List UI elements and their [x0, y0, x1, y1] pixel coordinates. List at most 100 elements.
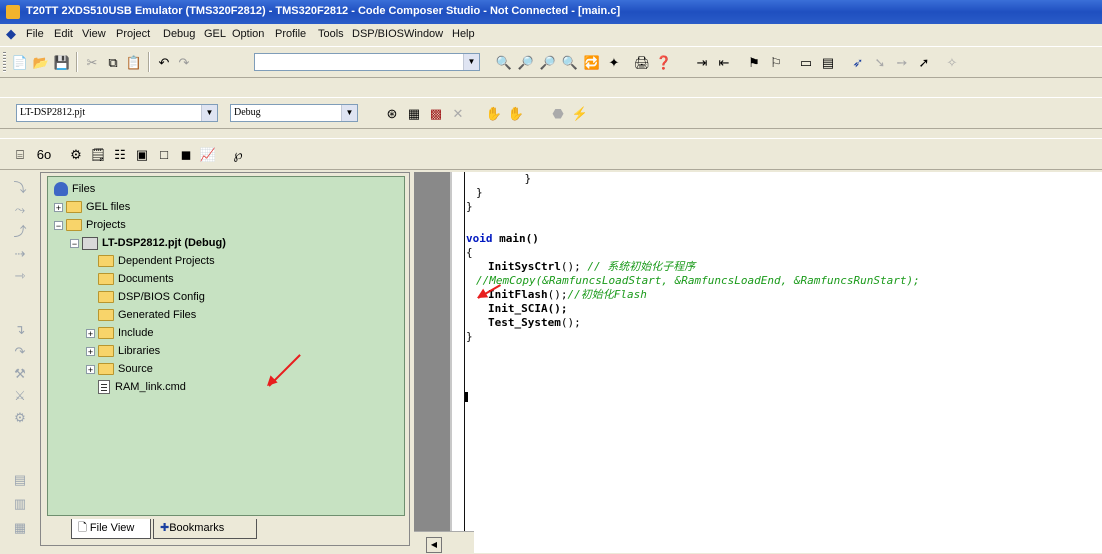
expand-icon[interactable]: + [86, 346, 95, 356]
tree-node-gel-files[interactable]: + GEL files [54, 198, 130, 216]
stop-build-icon[interactable]: ✕ [448, 103, 468, 123]
search-combo[interactable]: ▼ [254, 53, 480, 71]
watch-window-icon[interactable]: 6o [34, 144, 54, 164]
view-icon[interactable]: □ [154, 144, 174, 164]
step-into-icon[interactable]: ➘ [870, 52, 890, 72]
tree-node-include[interactable]: + Include [86, 324, 153, 342]
tree-node-files[interactable]: Files [54, 180, 95, 198]
tree-node-projects[interactable]: − Projects [54, 216, 126, 234]
menu-edit[interactable]: Edit [54, 28, 73, 40]
rebuild-all-icon[interactable]: ▩ [426, 103, 446, 123]
menu-project[interactable]: Project [116, 28, 150, 40]
tab-bookmarks[interactable]: ✚Bookmarks [153, 519, 257, 539]
cascade-icon[interactable]: ▤ [818, 52, 838, 72]
save-icon[interactable]: 💾 [52, 52, 72, 72]
run-to-cursor-icon[interactable]: ⇢ [12, 246, 28, 262]
restart-icon[interactable]: ▥ [12, 496, 28, 512]
outdent-icon[interactable]: ⇤ [714, 52, 734, 72]
find-in-files-icon[interactable]: 🔍 [560, 52, 580, 72]
asm-step-icon[interactable]: ↴ [12, 322, 28, 338]
registers-icon[interactable]: ⚙ [66, 144, 86, 164]
animate-icon[interactable]: ⚙ [12, 410, 28, 426]
halt-icon[interactable]: ⚔ [12, 388, 28, 404]
help-icon[interactable]: ❓ [654, 52, 674, 72]
menu-file[interactable]: File [26, 28, 44, 40]
animate-icon[interactable]: ✧ [942, 52, 962, 72]
probe-point-icon[interactable]: ⚡ [570, 103, 590, 123]
menu-view[interactable]: View [82, 28, 106, 40]
project-tree[interactable]: Files + GEL files − Projects − LT-DSP281… [47, 176, 405, 516]
tree-node-dsp-bios-config[interactable]: DSP/BIOS Config [98, 288, 205, 306]
call-stack-icon[interactable]: ☷ [110, 144, 130, 164]
menu-tools[interactable]: Tools [318, 28, 344, 40]
set-pc-icon[interactable]: ⇾ [12, 268, 28, 284]
probe-icon[interactable]: ⬣ [548, 103, 568, 123]
tree-node-libraries[interactable]: + Libraries [86, 342, 160, 360]
run-icon[interactable]: ⚒ [12, 366, 28, 382]
print-icon[interactable]: 🖨 [632, 52, 652, 72]
menu-gel[interactable]: GEL [204, 28, 226, 40]
chevron-down-icon[interactable]: ▼ [463, 54, 479, 70]
open-folder-icon[interactable]: 📂 [31, 52, 51, 72]
new-file-icon[interactable]: 📄 [10, 52, 30, 72]
chevron-down-icon[interactable]: ▼ [341, 105, 357, 121]
image-icon[interactable]: ◼ [176, 144, 196, 164]
tree-node-dependent-projects[interactable]: Dependent Projects [98, 252, 215, 270]
asm-over-icon[interactable]: ↷ [12, 344, 28, 360]
tree-node-source[interactable]: + Source [86, 360, 153, 378]
tree-node-ram-link-cmd[interactable]: RAM_link.cmd [98, 378, 186, 396]
reset-icon[interactable]: ▤ [12, 472, 28, 488]
step-over-icon[interactable]: ➙ [892, 52, 912, 72]
horizontal-scrollbar[interactable]: ◀ [414, 531, 474, 554]
code-editor[interactable]: } } } void main() { InitSysCtrl(); // 系统… [414, 172, 1102, 554]
memory-window-icon[interactable]: ⌸ [10, 144, 30, 164]
bookmark-icon[interactable]: ⚑ [744, 52, 764, 72]
step-out-icon[interactable]: ⤴ [12, 224, 28, 240]
find-all-icon[interactable]: ✦ [604, 52, 624, 72]
collapse-icon[interactable]: − [54, 220, 63, 230]
step-over-icon[interactable]: ⤳ [12, 202, 28, 218]
redo-icon[interactable]: ↷ [174, 52, 194, 72]
collapse-icon[interactable]: − [70, 238, 79, 248]
window-icon[interactable]: ▭ [796, 52, 816, 72]
toggle-breakpoint-icon[interactable]: ✋ [484, 103, 504, 123]
expand-icon[interactable]: + [86, 364, 95, 374]
expand-icon[interactable]: + [54, 202, 63, 212]
scroll-left-icon[interactable]: ◀ [426, 537, 442, 553]
profile-icon[interactable]: ℘ [228, 144, 248, 164]
tree-node-documents[interactable]: Documents [98, 270, 174, 288]
go-main-icon[interactable]: ▦ [12, 520, 28, 536]
find-icon[interactable]: 🔍 [494, 52, 514, 72]
step-into-icon[interactable]: ⤵ [12, 180, 28, 196]
find-prev-icon[interactable]: 🔎 [538, 52, 558, 72]
tree-node-project[interactable]: − LT-DSP2812.pjt (Debug) [70, 234, 226, 252]
menu-dspbios[interactable]: DSP/BIOS [352, 28, 404, 40]
menu-debug[interactable]: Debug [163, 28, 195, 40]
disassembly-icon[interactable]: 🗒 [88, 144, 108, 164]
mdi-document-icon[interactable]: ◆ [6, 27, 20, 41]
menu-option[interactable]: Option [232, 28, 264, 40]
step-out-icon[interactable]: ➚ [914, 52, 934, 72]
find-next-icon[interactable]: 🔎 [516, 52, 536, 72]
menu-profile[interactable]: Profile [275, 28, 306, 40]
incremental-build-icon[interactable]: ▦ [404, 103, 424, 123]
project-combo[interactable]: LT-DSP2812.pjt ▼ [16, 104, 218, 122]
menu-window[interactable]: Window [404, 28, 443, 40]
undo-icon[interactable]: ↶ [154, 52, 174, 72]
copy-icon[interactable]: ⧉ [103, 52, 123, 72]
bookmark-next-icon[interactable]: ⚐ [766, 52, 786, 72]
graph-icon[interactable]: ▣ [132, 144, 152, 164]
menu-help[interactable]: Help [452, 28, 475, 40]
expand-icon[interactable]: + [86, 328, 95, 338]
compile-icon[interactable]: ⊛ [382, 103, 402, 123]
build-config-combo[interactable]: Debug ▼ [230, 104, 358, 122]
chevron-down-icon[interactable]: ▼ [201, 105, 217, 121]
remove-breakpoints-icon[interactable]: ✋ [506, 103, 526, 123]
tab-file-view[interactable]: 🗋 File View [71, 519, 151, 539]
cut-icon[interactable]: ✂ [82, 52, 102, 72]
run-to-icon[interactable]: ➶ [848, 52, 868, 72]
replace-icon[interactable]: 🔁 [582, 52, 602, 72]
indent-icon[interactable]: ⇥ [692, 52, 712, 72]
chart-icon[interactable]: 📈 [198, 144, 218, 164]
tree-node-generated-files[interactable]: Generated Files [98, 306, 196, 324]
